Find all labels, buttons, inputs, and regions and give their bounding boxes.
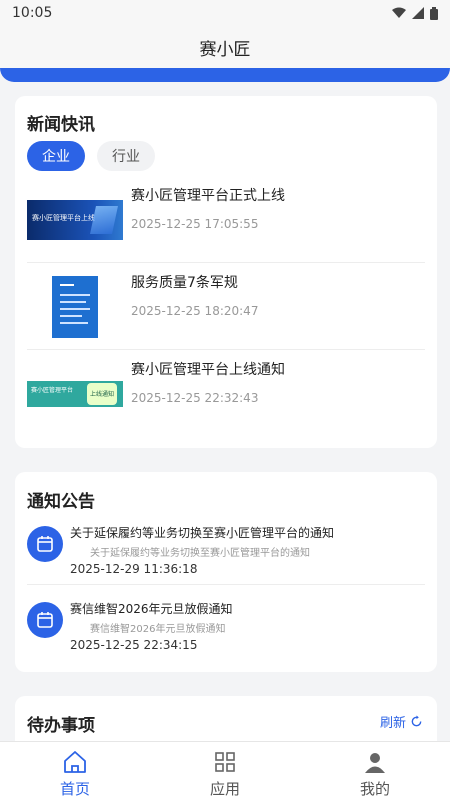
news-date: 2025-12-25 22:32:43 (131, 391, 259, 405)
notice-item[interactable]: 赛信维智2026年元旦放假通知 赛信维智2026年元旦放假通知 2025-12-… (27, 600, 425, 660)
thumbnail-line (60, 308, 90, 310)
notice-subtitle: 赛信维智2026年元旦放假通知 (90, 624, 226, 635)
thumbnail-line (60, 322, 88, 324)
notice-date: 2025-12-29 11:36:18 (70, 562, 198, 576)
thumbnail-caption: 赛小匠管理平台上线 (32, 214, 95, 222)
notice-card: 通知公告 关于延保履约等业务切换至赛小匠管理平台的通知 关于延保履约等业务切换至… (15, 472, 437, 672)
divider (27, 262, 425, 263)
refresh-button[interactable]: 刷新 (380, 712, 423, 731)
tab-industry[interactable]: 行业 (97, 141, 155, 171)
news-thumbnail-image (52, 276, 98, 338)
wifi-icon (392, 7, 406, 18)
notice-title: 赛信维智2026年元旦放假通知 (70, 602, 233, 616)
news-card: 新闻快讯 企业 行业 赛小匠管理平台上线 赛小匠管理平台正式上线 2025-12… (15, 96, 437, 448)
tab-apps-label: 应用 (209, 780, 240, 798)
calendar-icon (27, 526, 63, 562)
news-date: 2025-12-25 18:20:47 (131, 304, 259, 318)
tab-apps[interactable]: 应用 (150, 742, 300, 800)
banner-blue-strip (0, 68, 450, 82)
thumbnail-logo (60, 284, 74, 286)
thumbnail-line (60, 315, 82, 317)
news-thumbnail-image: 赛小匠管理平台上线 (27, 200, 123, 240)
page-title: 赛小匠 (199, 39, 251, 60)
notice-date: 2025-12-25 22:34:15 (70, 638, 198, 652)
banner-bottom-edge (0, 68, 450, 84)
user-icon (365, 753, 385, 773)
grid-icon (215, 752, 235, 772)
home-icon (64, 751, 86, 773)
thumbnail-line (60, 301, 86, 303)
battery-icon (430, 6, 438, 20)
news-title: 服务质量7条军规 (131, 275, 238, 291)
status-time: 10:05 (12, 5, 53, 21)
news-item[interactable]: 赛小匠管理平台 上线通知 赛小匠管理平台上线通知 2025-12-25 22:3… (27, 351, 425, 437)
todo-section-title: 待办事项 (27, 716, 95, 736)
tab-mine-label: 我的 (359, 780, 390, 798)
divider (27, 584, 425, 585)
signal-icon (412, 7, 424, 19)
notice-section-title: 通知公告 (27, 492, 95, 512)
thumbnail-graphic (90, 206, 118, 234)
news-title: 赛小匠管理平台正式上线 (131, 188, 285, 204)
notice-subtitle: 关于延保履约等业务切换至赛小匠管理平台的通知 (90, 548, 310, 559)
thumbnail-line (60, 294, 90, 296)
bottom-tab-bar: 首页 应用 我的 (0, 741, 450, 800)
news-thumbnail (27, 264, 123, 350)
news-section-title: 新闻快讯 (27, 115, 95, 135)
news-thumbnail: 赛小匠管理平台上线 (27, 177, 123, 263)
tab-home-label: 首页 (59, 780, 90, 798)
thumbnail-caption: 赛小匠管理平台 (31, 387, 74, 394)
notice-title: 关于延保履约等业务切换至赛小匠管理平台的通知 (70, 526, 335, 540)
notice-item[interactable]: 关于延保履约等业务切换至赛小匠管理平台的通知 关于延保履约等业务切换至赛小匠管理… (27, 524, 425, 584)
news-tabs: 企业 行业 (27, 141, 155, 171)
news-date: 2025-12-25 17:05:55 (131, 217, 259, 231)
news-title: 赛小匠管理平台上线通知 (131, 362, 285, 378)
news-thumbnail: 赛小匠管理平台 上线通知 (27, 351, 123, 437)
app-header: 赛小匠 (0, 26, 450, 68)
news-item[interactable]: 赛小匠管理平台上线 赛小匠管理平台正式上线 2025-12-25 17:05:5… (27, 177, 425, 263)
status-icons (392, 6, 438, 20)
news-thumbnail-image: 赛小匠管理平台 上线通知 (27, 381, 123, 407)
divider (27, 349, 425, 350)
news-item[interactable]: 服务质量7条军规 2025-12-25 18:20:47 (27, 264, 425, 350)
tab-home[interactable]: 首页 (0, 742, 150, 800)
tab-enterprise[interactable]: 企业 (27, 141, 85, 171)
thumbnail-badge: 上线通知 (87, 383, 117, 405)
status-bar: 10:05 (0, 0, 450, 26)
refresh-label: 刷新 (379, 716, 406, 731)
tab-mine[interactable]: 我的 (300, 742, 450, 800)
calendar-icon (27, 602, 63, 638)
refresh-icon (411, 715, 422, 727)
